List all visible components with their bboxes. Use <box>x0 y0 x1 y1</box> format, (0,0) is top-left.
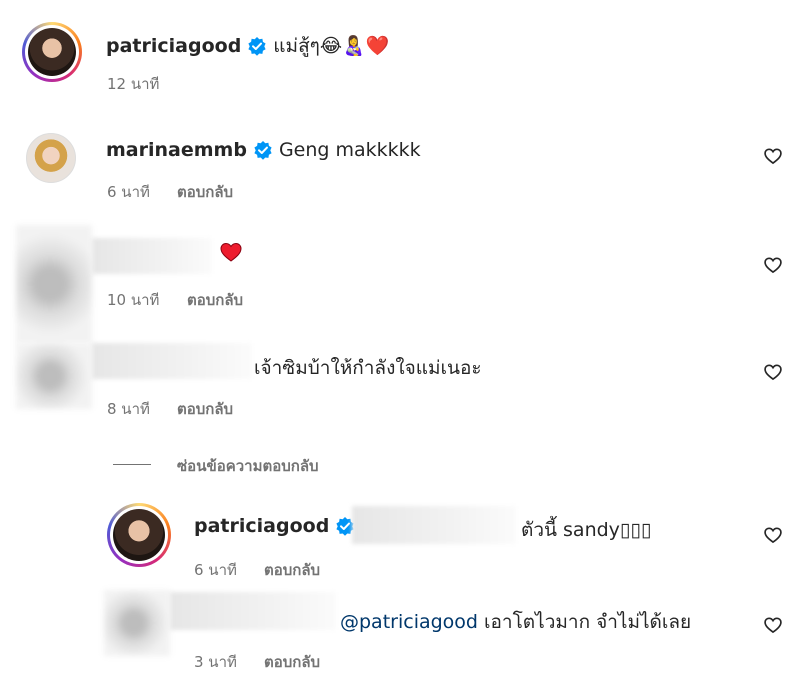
heart-outline-icon[interactable] <box>763 615 783 635</box>
heart-outline-icon[interactable] <box>763 362 783 382</box>
comment-text-container: @patriciagood เอาโตไวมาก จำไม่ได้เลย <box>340 607 691 637</box>
comment-header: marinaemmb Geng makkkkk <box>106 139 421 161</box>
reply-button[interactable]: ตอบกลับ <box>187 288 243 312</box>
hide-replies-button[interactable]: ซ่อนข้อความตอบกลับ <box>177 454 319 478</box>
username-redacted <box>170 592 336 630</box>
avatar-image <box>113 509 165 561</box>
avatar[interactable] <box>16 343 92 409</box>
avatar[interactable] <box>104 590 170 656</box>
reply-button[interactable]: ตอบกลับ <box>177 180 233 204</box>
username-redacted <box>92 238 212 274</box>
timestamp: 3 นาที <box>194 653 237 671</box>
divider-line <box>113 464 151 465</box>
avatar[interactable] <box>26 133 76 183</box>
timestamp: 12 นาที <box>107 75 160 93</box>
heart-outline-icon[interactable] <box>763 525 783 545</box>
timestamp: 6 นาที <box>194 561 237 579</box>
timestamp: 10 นาที <box>107 291 160 309</box>
username[interactable]: patriciagood <box>194 515 329 537</box>
heart-outline-icon[interactable] <box>763 146 783 166</box>
verified-badge-icon <box>248 37 266 56</box>
mention-redacted <box>352 506 516 544</box>
username[interactable]: patriciagood <box>106 35 241 57</box>
comment-text: Geng makkkkk <box>278 139 421 161</box>
comment-text: เจ้าซิมบ้าให้กำลังใจแม่เนอะ <box>254 357 482 379</box>
timestamp: 6 นาที <box>107 183 150 201</box>
username-redacted <box>92 343 252 379</box>
comment-text-container: ❤️ <box>218 240 244 268</box>
reply-button[interactable]: ตอบกลับ <box>177 397 233 421</box>
mention-link[interactable]: @patriciagood <box>340 611 478 633</box>
comment-header: patriciagood แม่สู้ๆ😂👩‍🍼❤️ <box>106 31 389 61</box>
reply-header: patriciagood <box>194 515 355 537</box>
comment-text: ตัวนี้ sandy▯▯▯ <box>521 519 652 541</box>
avatar-image <box>28 28 76 76</box>
comment-text: แม่สู้ๆ😂👩‍🍼❤️ <box>273 35 390 57</box>
avatar[interactable] <box>107 503 171 567</box>
avatar[interactable] <box>22 22 82 82</box>
username[interactable]: marinaemmb <box>106 139 247 161</box>
reply-button[interactable]: ตอบกลับ <box>264 650 320 674</box>
heart-outline-icon[interactable] <box>763 255 783 275</box>
avatar[interactable] <box>16 225 92 343</box>
reply-button[interactable]: ตอบกลับ <box>264 558 320 582</box>
comment-text: เอาโตไวมาก จำไม่ได้เลย <box>484 611 692 633</box>
timestamp: 8 นาที <box>107 400 150 418</box>
verified-badge-icon <box>254 141 272 160</box>
red-heart-icon <box>220 242 242 262</box>
